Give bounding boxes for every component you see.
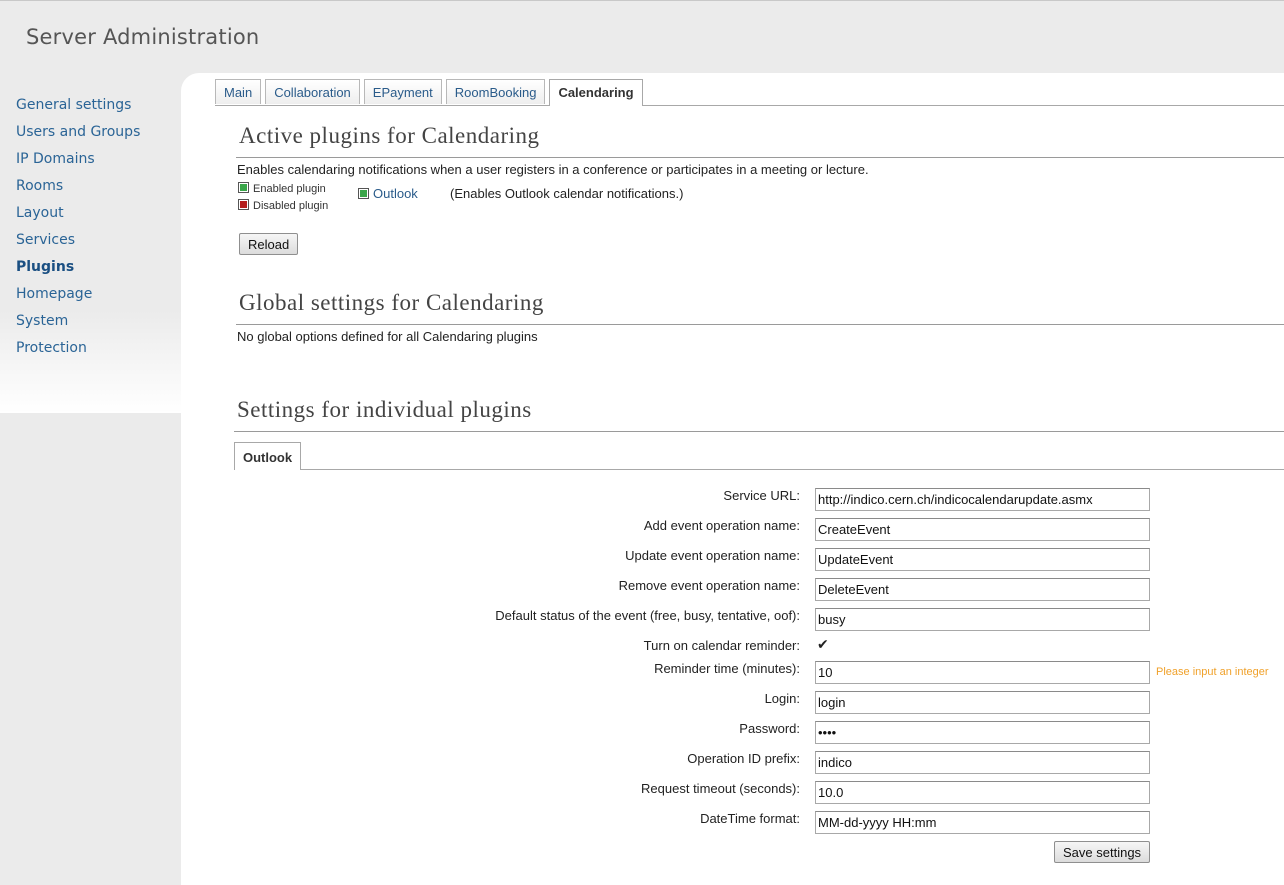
reminder-time-input[interactable]: [815, 661, 1150, 684]
global-settings-title: Global settings for Calendaring: [239, 290, 544, 315]
plugin-outlook-toggle[interactable]: Outlook: [358, 186, 418, 201]
service-url-label: Service URL:: [723, 488, 800, 503]
password-label: Password:: [739, 721, 800, 736]
row-remove-event: Remove event operation name:: [181, 578, 1284, 604]
legend-disabled-label: Disabled plugin: [253, 200, 329, 212]
individual-plugin-tabs: Outlook: [234, 442, 1284, 470]
tab-collaboration[interactable]: Collaboration: [265, 79, 360, 104]
active-plugins-description: Enables calendaring notifications when a…: [237, 162, 869, 177]
default-status-label: Default status of the event (free, busy,…: [495, 608, 800, 623]
request-timeout-label: Request timeout (seconds):: [641, 781, 800, 796]
tab-outlook[interactable]: Outlook: [234, 442, 302, 470]
tab-main[interactable]: Main: [215, 79, 262, 104]
remove-event-input[interactable]: [815, 578, 1150, 601]
plugin-outlook-name[interactable]: Outlook: [373, 186, 418, 201]
reminder-time-label: Reminder time (minutes):: [654, 661, 800, 676]
enabled-swatch-icon: [238, 182, 249, 193]
add-event-input[interactable]: [815, 518, 1150, 541]
update-event-label: Update event operation name:: [625, 548, 800, 563]
global-settings-message: No global options defined for all Calend…: [237, 329, 538, 344]
row-update-event: Update event operation name:: [181, 548, 1284, 574]
sidebar-item-plugins[interactable]: Plugins: [16, 259, 140, 286]
main-panel: Main Collaboration EPayment RoomBooking …: [181, 73, 1284, 885]
datetime-format-input[interactable]: [815, 811, 1150, 834]
datetime-format-label: DateTime format:: [700, 811, 800, 826]
plugin-type-tabs: Main Collaboration EPayment RoomBooking …: [215, 79, 1284, 106]
row-service-url: Service URL:: [181, 488, 1284, 514]
page: Server Administration General settings U…: [0, 0, 1284, 885]
default-status-input[interactable]: [815, 608, 1150, 631]
legend-disabled: Disabled plugin: [238, 199, 328, 212]
sidebar-item-homepage[interactable]: Homepage: [16, 286, 140, 313]
save-settings-button[interactable]: Save settings: [1054, 841, 1151, 863]
sidebar-item-services[interactable]: Services: [16, 232, 140, 259]
global-settings-divider: [236, 324, 1284, 325]
remove-event-label: Remove event operation name:: [618, 578, 800, 593]
sidebar-item-general-settings[interactable]: General settings: [16, 97, 140, 124]
active-plugins-divider: [236, 157, 1284, 158]
page-title: Server Administration: [26, 25, 260, 49]
service-url-input[interactable]: [815, 488, 1150, 511]
individual-settings-title: Settings for individual plugins: [237, 397, 532, 422]
reload-button[interactable]: Reload: [239, 233, 299, 255]
password-input[interactable]: [815, 721, 1150, 744]
row-request-timeout: Request timeout (seconds):: [181, 781, 1284, 807]
row-operation-id-prefix: Operation ID prefix:: [181, 751, 1284, 777]
plugin-outlook-description: (Enables Outlook calendar notifications.…: [450, 186, 684, 201]
operation-id-prefix-input[interactable]: [815, 751, 1150, 774]
individual-settings-divider: [234, 431, 1284, 432]
login-input[interactable]: [815, 691, 1150, 714]
sidebar-item-users-and-groups[interactable]: Users and Groups: [16, 124, 140, 151]
row-add-event: Add event operation name:: [181, 518, 1284, 544]
sidebar-item-layout[interactable]: Layout: [16, 205, 140, 232]
reminder-label: Turn on calendar reminder:: [643, 638, 800, 653]
tab-epayment[interactable]: EPayment: [363, 79, 442, 104]
row-reminder-time: Reminder time (minutes): Please input an…: [181, 661, 1284, 687]
update-event-input[interactable]: [815, 548, 1150, 571]
plugin-enabled-icon: [358, 188, 369, 199]
login-label: Login:: [764, 691, 800, 706]
disabled-swatch-icon: [238, 199, 249, 210]
sidebar-nav: General settings Users and Groups IP Dom…: [16, 97, 140, 367]
sidebar-item-protection[interactable]: Protection: [16, 340, 140, 367]
legend-enabled-label: Enabled plugin: [253, 183, 326, 195]
sidebar-item-rooms[interactable]: Rooms: [16, 178, 140, 205]
active-plugins-title: Active plugins for Calendaring: [239, 123, 540, 148]
request-timeout-input[interactable]: [815, 781, 1150, 804]
sidebar-item-ip-domains[interactable]: IP Domains: [16, 151, 140, 178]
operation-id-prefix-label: Operation ID prefix:: [687, 751, 800, 766]
add-event-label: Add event operation name:: [643, 518, 800, 533]
row-datetime-format: DateTime format:: [181, 811, 1284, 837]
reminder-time-hint: Please input an integer: [1156, 666, 1269, 678]
sidebar-item-system[interactable]: System: [16, 313, 140, 340]
row-default-status: Default status of the event (free, busy,…: [181, 608, 1284, 634]
tab-calendaring[interactable]: Calendaring: [549, 79, 643, 106]
row-password: Password:: [181, 721, 1284, 747]
tab-roombooking[interactable]: RoomBooking: [445, 79, 546, 104]
sidebar: General settings Users and Groups IP Dom…: [0, 73, 181, 413]
legend-enabled: Enabled plugin: [238, 182, 326, 195]
row-login: Login:: [181, 691, 1284, 717]
reminder-checkbox[interactable]: ✔: [817, 636, 829, 653]
